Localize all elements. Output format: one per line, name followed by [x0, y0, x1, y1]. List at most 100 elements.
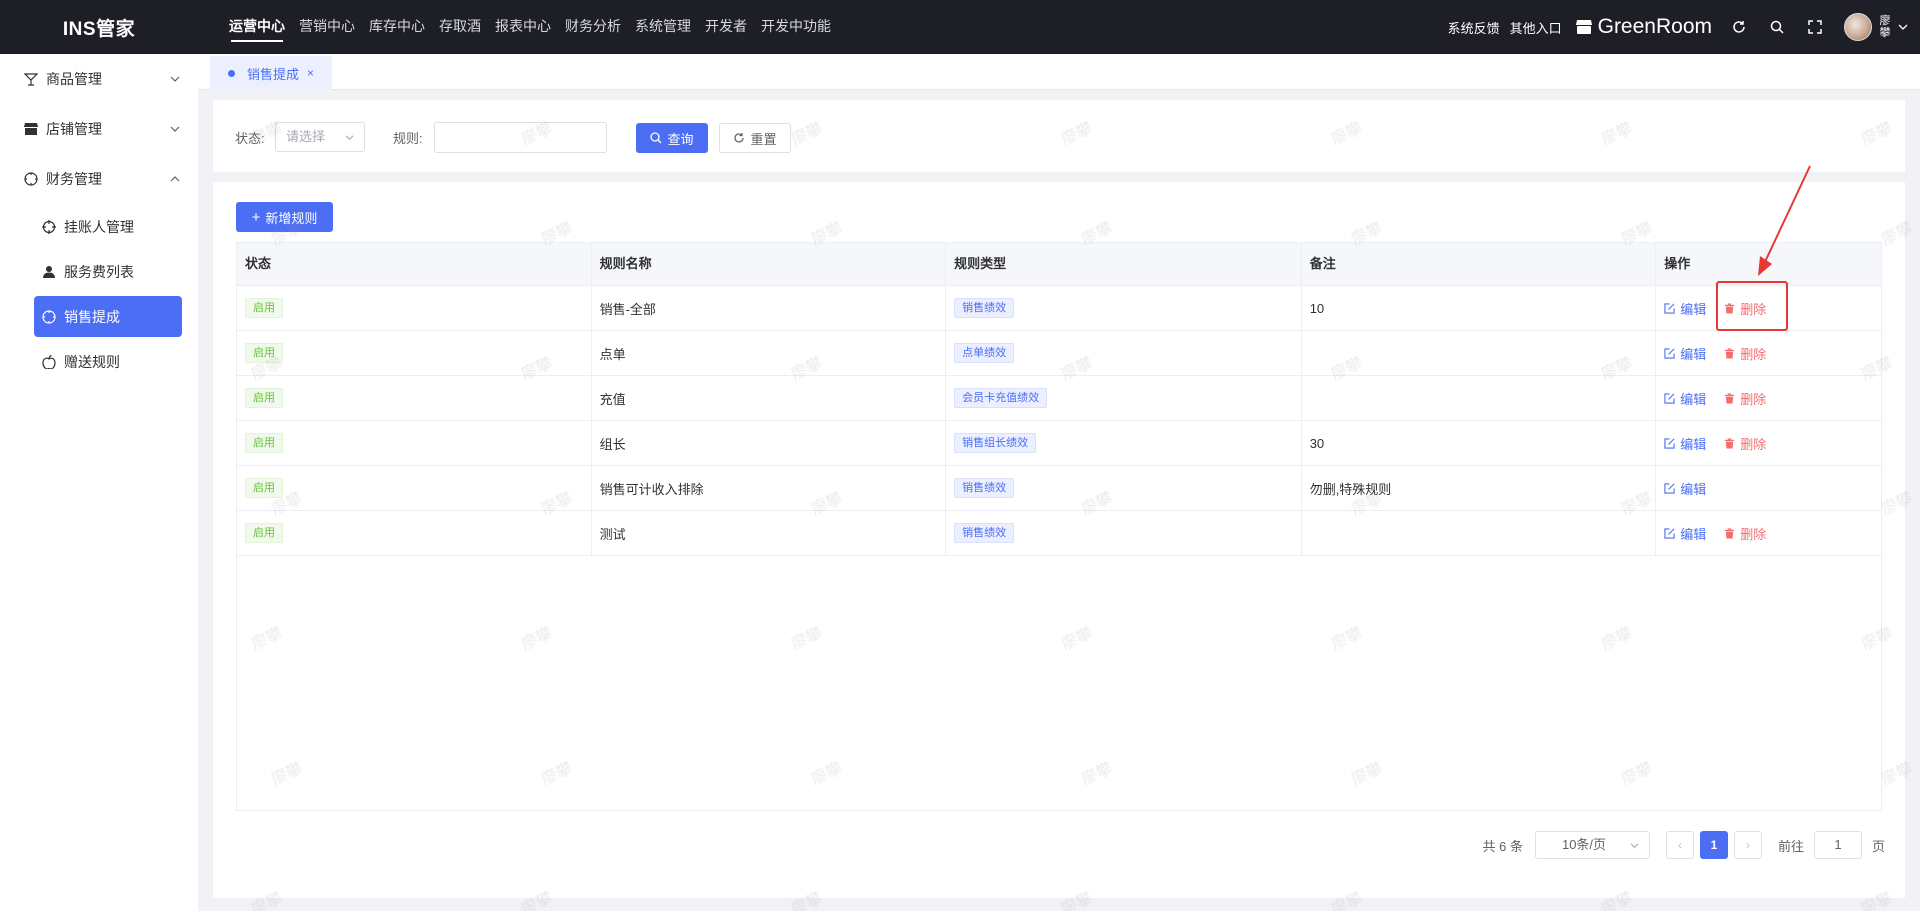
column-header-note[interactable]: 备注 — [1302, 243, 1657, 285]
delete-label: 删除 — [1740, 301, 1767, 317]
edit-button[interactable]: 编辑 — [1664, 389, 1706, 408]
apple-icon — [42, 354, 56, 369]
pagination: 共 6 条 10条/页 ‹ 1 › 前往 1 页 — [1483, 830, 1885, 860]
active-dot — [228, 69, 235, 77]
status-cell: 启用 — [237, 376, 592, 420]
nav-finance-analysis[interactable]: 财务分析 — [558, 0, 628, 54]
trash-icon — [1725, 392, 1735, 404]
table-row: 启用 组长 销售组长绩效 30 编辑 删除 — [237, 421, 1881, 466]
status-cell: 启用 — [237, 511, 592, 555]
header-tools: 系统反馈 其他入口 GreenRoom 廖攀 — [1448, 0, 1920, 54]
delete-button[interactable]: 删除 — [1724, 344, 1766, 363]
note-cell — [1302, 376, 1657, 420]
sidebar-item-credit-accounts[interactable]: 挂账人管理 — [0, 204, 198, 249]
sidebar-item-label: 挂账人管理 — [64, 218, 134, 235]
status-badge: 启用 — [245, 433, 283, 453]
delete-button[interactable]: 删除 — [1724, 389, 1766, 408]
sidebar-item-gift-rules[interactable]: 赠送规则 — [0, 339, 198, 384]
rule-type-tag: 销售绩效 — [954, 523, 1015, 543]
close-icon[interactable]: × — [307, 66, 314, 80]
rule-type-cell: 点单绩效 — [946, 331, 1302, 375]
nav-wine-storage[interactable]: 存取酒 — [432, 0, 488, 54]
edit-icon — [1664, 347, 1675, 359]
search-button-label: 查询 — [667, 131, 694, 147]
rule-label: 规则: — [393, 131, 423, 146]
tab-bar: 销售提成 × — [198, 54, 1920, 90]
column-header-status[interactable]: 状态 — [237, 243, 592, 285]
sidebar-group-products[interactable]: 商品管理 — [0, 54, 198, 104]
nav-operations[interactable]: 运营中心 — [222, 0, 292, 54]
nav-developer[interactable]: 开发者 — [698, 0, 754, 54]
edit-label: 编辑 — [1680, 301, 1707, 317]
status-placeholder: 请选择 — [286, 129, 326, 144]
other-entry-link[interactable]: 其他入口 — [1510, 18, 1562, 37]
trash-icon — [1725, 527, 1735, 539]
edit-label: 编辑 — [1680, 391, 1707, 407]
add-rule-label: 新增规则 — [265, 210, 318, 226]
column-header-actions: 操作 — [1664, 256, 1691, 271]
edit-label: 编辑 — [1680, 346, 1707, 362]
refresh-icon — [734, 133, 745, 143]
tab-sales-commission[interactable]: 销售提成 × — [210, 56, 333, 90]
add-rule-button[interactable]: + 新增规则 — [236, 202, 333, 232]
page-number-1[interactable]: 1 — [1699, 831, 1728, 859]
prev-page-button[interactable]: ‹ — [1665, 831, 1694, 859]
column-header-type[interactable]: 规则类型 — [946, 243, 1302, 285]
rule-input[interactable] — [434, 122, 607, 153]
sidebar-item-service-fees[interactable]: 服务费列表 — [0, 249, 198, 294]
rule-name-cell: 点单 — [592, 331, 947, 375]
sidebar-group-label: 商品管理 — [46, 71, 102, 87]
chevron-down-icon — [170, 126, 180, 132]
status-cell: 启用 — [237, 331, 592, 375]
nav-marketing[interactable]: 营销中心 — [292, 0, 362, 54]
sidebar-group-finance[interactable]: 财务管理 — [0, 154, 198, 204]
edit-button[interactable]: 编辑 — [1664, 479, 1706, 498]
rule-name-cell: 销售可计收入排除 — [592, 466, 947, 510]
actions-cell: 编辑 删除 — [1656, 511, 1881, 555]
actions-cell: 编辑 删除 — [1656, 286, 1881, 330]
refresh-icon[interactable] — [1732, 20, 1746, 34]
delete-button[interactable]: 删除 — [1724, 524, 1766, 543]
sidebar-item-sales-commission[interactable]: 销售提成 — [34, 296, 182, 337]
actions-cell: 编辑 — [1656, 466, 1881, 510]
status-cell: 启用 — [237, 286, 592, 330]
next-page-button[interactable]: › — [1733, 831, 1762, 859]
app-logo: INS管家 — [62, 18, 136, 40]
rule-type-cell: 销售组长绩效 — [946, 421, 1302, 465]
delete-button[interactable]: 删除 — [1724, 434, 1766, 453]
store-name[interactable]: GreenRoom — [1598, 15, 1712, 39]
cocktail-icon — [24, 73, 38, 86]
edit-label: 编辑 — [1680, 436, 1707, 452]
chevron-down-icon[interactable] — [1898, 22, 1908, 32]
feedback-link[interactable]: 系统反馈 — [1448, 18, 1500, 37]
edit-button[interactable]: 编辑 — [1664, 344, 1706, 363]
nav-system[interactable]: 系统管理 — [628, 0, 698, 54]
goto-label: 前往 — [1777, 838, 1804, 854]
sidebar-group-stores[interactable]: 店铺管理 — [0, 104, 198, 154]
rule-name-cell: 充值 — [592, 376, 947, 420]
plus-icon: + — [251, 208, 261, 226]
delete-button[interactable]: 删除 — [1724, 299, 1766, 318]
avatar[interactable] — [1844, 13, 1872, 41]
column-header-name[interactable]: 规则名称 — [592, 243, 947, 285]
fullscreen-icon[interactable] — [1808, 20, 1822, 34]
search-icon[interactable] — [1770, 20, 1784, 34]
store-icon — [24, 123, 38, 135]
search-button[interactable]: 查询 — [636, 123, 708, 153]
edit-icon — [1664, 482, 1675, 494]
username[interactable]: 廖攀 — [1878, 15, 1892, 39]
status-select[interactable]: 请选择 — [275, 122, 365, 152]
nav-reports[interactable]: 报表中心 — [488, 0, 558, 54]
goto-page-input[interactable]: 1 — [1813, 831, 1862, 859]
nav-inventory[interactable]: 库存中心 — [362, 0, 432, 54]
top-bar: INS管家 运营中心 营销中心 库存中心 存取酒 报表中心 财务分析 系统管理 … — [0, 0, 1920, 54]
edit-button[interactable]: 编辑 — [1664, 524, 1706, 543]
delete-label: 删除 — [1740, 436, 1767, 452]
nav-in-development[interactable]: 开发中功能 — [754, 0, 838, 54]
edit-button[interactable]: 编辑 — [1664, 299, 1706, 318]
page-size-select[interactable]: 10条/页 — [1534, 831, 1650, 859]
rule-name-cell: 销售-全部 — [592, 286, 947, 330]
edit-button[interactable]: 编辑 — [1664, 434, 1706, 453]
top-nav: 运营中心 营销中心 库存中心 存取酒 报表中心 财务分析 系统管理 开发者 开发… — [222, 0, 838, 54]
reset-button[interactable]: 重置 — [719, 123, 791, 153]
